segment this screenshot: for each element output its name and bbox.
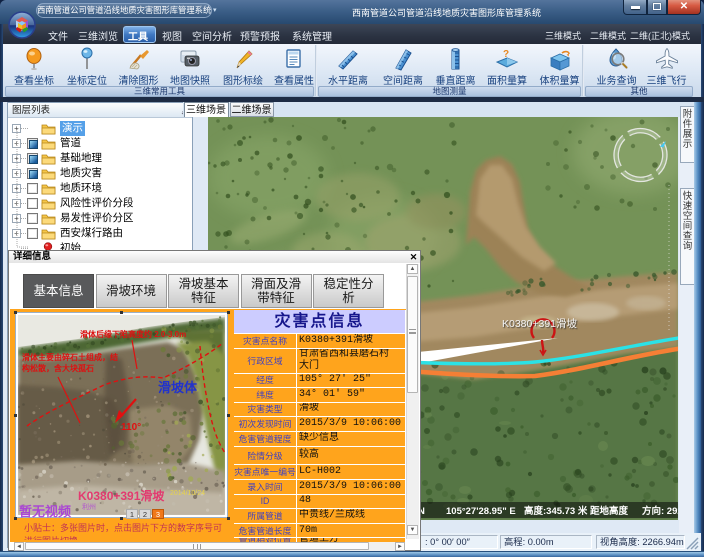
svg-text:110°: 110° — [121, 422, 141, 433]
svg-text:K0380+391滑坡: K0380+391滑坡 — [502, 317, 578, 330]
svg-text:2014/10/24: 2014/10/24 — [170, 490, 205, 497]
svg-text:构松散，含大块孤石: 构松散，含大块孤石 — [22, 363, 94, 373]
svg-text:K0380+391滑坡: K0380+391滑坡 — [78, 488, 165, 503]
svg-text:高度:345.73 米 距地高度: 高度:345.73 米 距地高度 — [524, 505, 628, 517]
svg-text:滑体后缘下陷高度约 2.0-3.0m: 滑体后缘下陷高度约 2.0-3.0m — [80, 329, 186, 339]
svg-text:105°27'28.95" E: 105°27'28.95" E — [446, 506, 516, 517]
svg-text:滑坡体: 滑坡体 — [158, 380, 198, 395]
svg-text:方向: 292.0: 方向: 292.0 — [642, 505, 678, 517]
svg-text:滑体主要由碎石土组成，结: 滑体主要由碎石土组成，结 — [22, 352, 118, 362]
svg-text:利州: 利州 — [82, 502, 96, 511]
